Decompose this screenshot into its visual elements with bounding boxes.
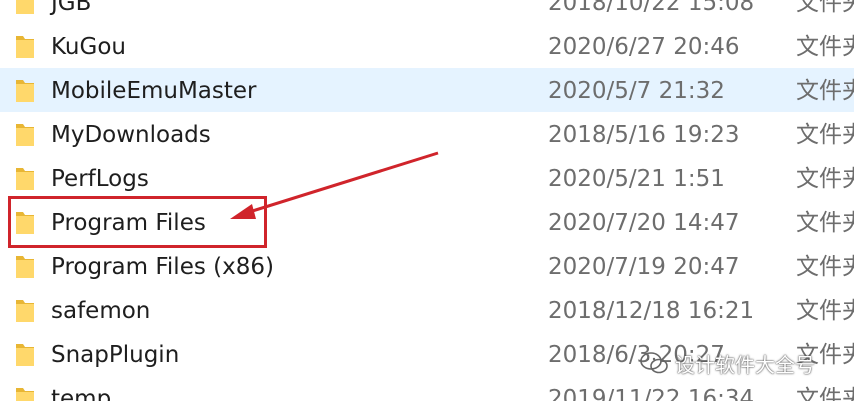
- folder-icon: [16, 300, 34, 322]
- folder-icon: [16, 0, 34, 14]
- folder-icon: [16, 80, 34, 102]
- file-name: Program Files (x86): [51, 254, 274, 280]
- file-date: 2018/5/16 19:23: [548, 122, 740, 148]
- file-row[interactable]: KuGou 2020/6/27 20:46 文件夹: [0, 24, 854, 68]
- file-type: 文件夹: [796, 78, 854, 104]
- watermark-text: 设计软件大全号: [675, 352, 815, 377]
- watermark: 设计软件大全号: [639, 346, 815, 380]
- file-type: 文件夹: [796, 254, 854, 280]
- file-row[interactable]: PerfLogs 2020/5/21 1:51 文件夹: [0, 156, 854, 200]
- file-name: MyDownloads: [51, 122, 211, 148]
- file-type: 文件夹: [796, 0, 854, 16]
- file-date: 2020/5/7 21:32: [548, 78, 725, 104]
- folder-icon: [16, 256, 34, 278]
- file-row[interactable]: JGB 2018/10/22 15:08 文件夹: [0, 0, 854, 24]
- file-date: 2020/7/20 14:47: [548, 210, 740, 236]
- folder-icon: [16, 36, 34, 58]
- highlight-box: [8, 196, 267, 248]
- file-name: safemon: [51, 298, 151, 324]
- file-date: 2020/6/27 20:46: [548, 34, 740, 60]
- file-name: MobileEmuMaster: [51, 78, 257, 104]
- file-type: 文件夹: [796, 166, 854, 192]
- file-name: KuGou: [51, 34, 126, 60]
- file-type: 文件夹: [796, 210, 854, 236]
- file-row-hovered[interactable]: MobileEmuMaster 2020/5/7 21:32 文件夹: [0, 68, 854, 112]
- file-name: PerfLogs: [51, 166, 149, 192]
- file-date: 2018/10/22 15:08: [548, 0, 755, 16]
- folder-icon: [16, 388, 34, 401]
- folder-icon: [16, 344, 34, 366]
- file-date: 2018/12/18 16:21: [548, 298, 755, 324]
- file-type: 文件夹: [796, 34, 854, 60]
- folder-icon: [16, 124, 34, 146]
- file-type: 文件夹: [796, 122, 854, 148]
- file-row[interactable]: safemon 2018/12/18 16:21 文件夹: [0, 288, 854, 332]
- file-date: 2020/5/21 1:51: [548, 166, 725, 192]
- file-type: 文件夹: [796, 298, 854, 324]
- file-row[interactable]: MyDownloads 2018/5/16 19:23 文件夹: [0, 112, 854, 156]
- folder-icon: [16, 168, 34, 190]
- file-date: 2020/7/19 20:47: [548, 254, 740, 280]
- wechat-icon: [640, 352, 668, 374]
- file-name: SnapPlugin: [51, 342, 180, 368]
- file-name: temp: [51, 386, 112, 401]
- file-row[interactable]: Program Files (x86) 2020/7/19 20:47 文件夹: [0, 244, 854, 288]
- file-name: JGB: [51, 0, 92, 16]
